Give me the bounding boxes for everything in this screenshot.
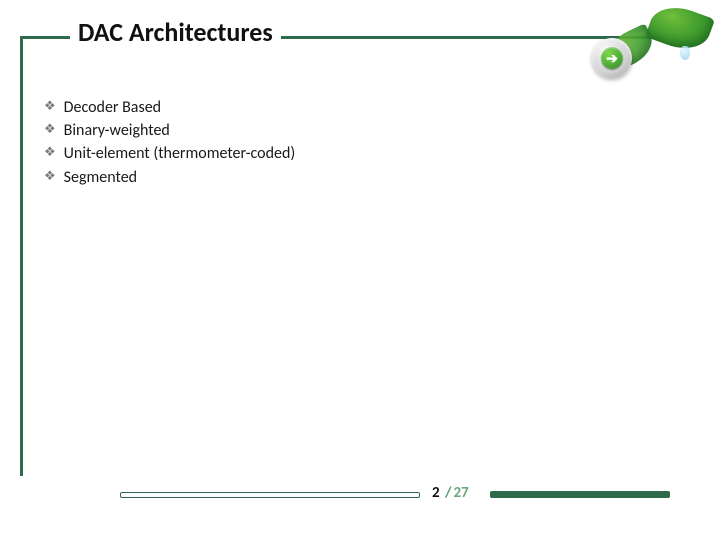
bullet-icon: ❖ xyxy=(44,166,56,188)
bullet-icon: ❖ xyxy=(44,142,56,164)
progress-fill xyxy=(490,491,670,498)
list-item-label: Binary-weighted xyxy=(64,119,170,142)
list-item: ❖ Segmented xyxy=(44,166,295,189)
next-button[interactable]: ➔ xyxy=(592,38,632,78)
list-item-label: Unit-element (thermometer-coded) xyxy=(64,142,296,165)
list-item-label: Decoder Based xyxy=(64,96,161,119)
bullet-list: ❖ Decoder Based ❖ Binary-weighted ❖ Unit… xyxy=(44,96,295,189)
list-item: ❖ Unit-element (thermometer-coded) xyxy=(44,142,295,165)
page-current: 2 xyxy=(432,484,440,502)
page-title: DAC Architectures xyxy=(70,16,281,48)
page-total: 27 xyxy=(453,484,468,502)
list-item-label: Segmented xyxy=(64,166,137,189)
arrow-right-icon: ➔ xyxy=(601,47,623,69)
progress-track xyxy=(120,492,420,498)
list-item: ❖ Binary-weighted xyxy=(44,119,295,142)
pager-bar: 2 /27 xyxy=(0,472,720,512)
bullet-icon: ❖ xyxy=(44,96,56,118)
list-item: ❖ Decoder Based xyxy=(44,96,295,119)
bullet-icon: ❖ xyxy=(44,119,56,141)
page-separator: / xyxy=(445,484,451,502)
page-indicator: 2 /27 xyxy=(432,484,469,502)
